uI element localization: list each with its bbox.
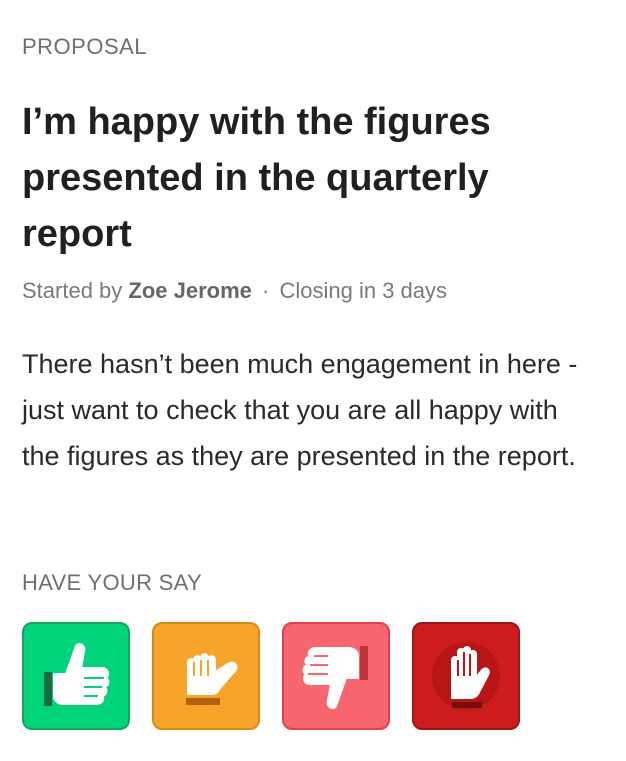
- thumbs-up-icon: [38, 638, 114, 714]
- vote-abstain-button[interactable]: [152, 622, 260, 730]
- proposal-card: PROPOSAL I’m happy with the figures pres…: [0, 0, 626, 761]
- started-by-label: Started by: [22, 278, 123, 303]
- vote-agree-button[interactable]: [22, 622, 130, 730]
- proposal-meta: Started by Zoe Jerome · Closing in 3 day…: [22, 278, 447, 304]
- have-your-say-label: HAVE YOUR SAY: [22, 570, 202, 595]
- thumbs-down-icon: [298, 638, 374, 714]
- vote-options: [22, 622, 520, 730]
- thumb-sideways-icon: [168, 638, 244, 714]
- author-name[interactable]: Zoe Jerome: [128, 278, 252, 303]
- proposal-title: I’m happy with the figures presented in …: [22, 101, 491, 255]
- stop-hand-icon: [428, 638, 504, 714]
- meta-separator: ·: [262, 278, 270, 303]
- vote-disagree-button[interactable]: [282, 622, 390, 730]
- proposal-kicker: PROPOSAL: [22, 34, 148, 59]
- closing-status: Closing in 3 days: [279, 278, 448, 303]
- proposal-description: There hasn’t been much engagement in her…: [22, 349, 578, 471]
- vote-block-button[interactable]: [412, 622, 520, 730]
